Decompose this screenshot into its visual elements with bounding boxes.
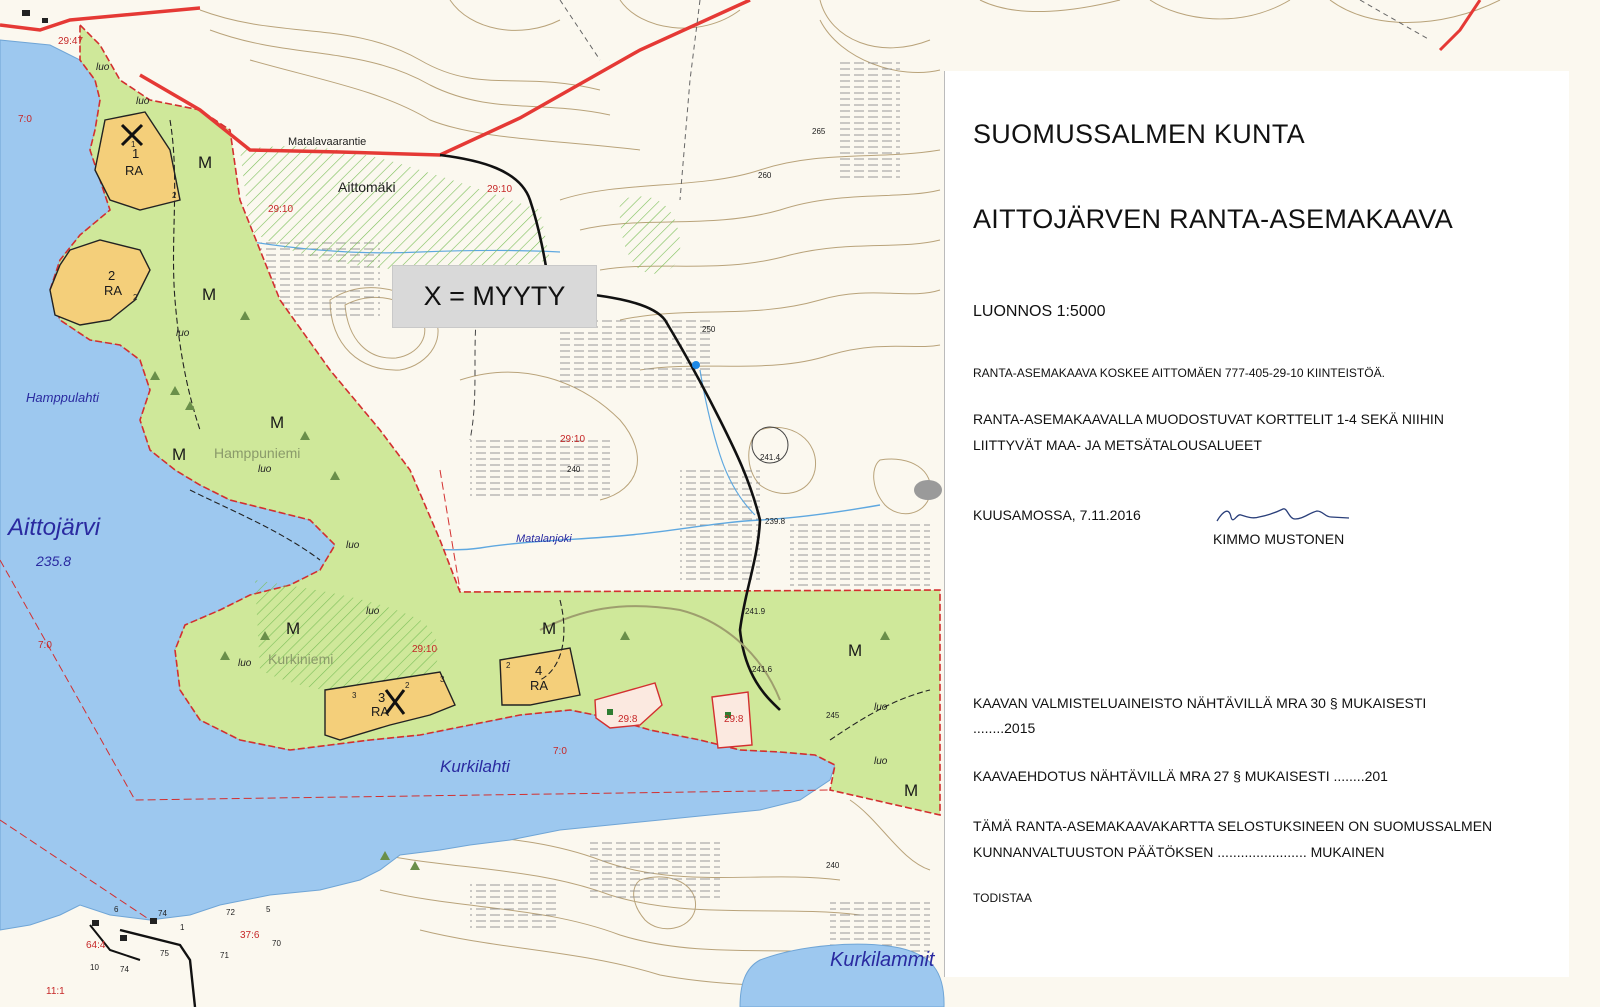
elevation-value: 241.4: [760, 453, 781, 462]
parcel-point: 6: [114, 905, 119, 914]
zone-ra-label: RA: [104, 283, 122, 298]
zone-ra-label: RA: [530, 678, 548, 693]
plot-edge-number: 2: [172, 191, 177, 200]
plot-edge-number: 2: [506, 661, 511, 670]
ponds-kurkilammit: Kurkilammit: [830, 949, 936, 971]
sold-legend-note: X = MYYTY: [392, 265, 597, 328]
title-block: SUOMUSSALMEN KUNTA AITTOJÄRVEN RANTA-ASE…: [944, 71, 1569, 977]
property-id: 29:10: [487, 184, 512, 195]
property-id: 29:10: [560, 434, 585, 445]
parcel-point: 74: [120, 965, 129, 974]
plot-edge-number: 3: [440, 675, 445, 684]
lake-name: Aittojärvi: [6, 514, 101, 541]
property-id: 64:4: [86, 940, 106, 951]
elevation-value: 239.8: [765, 517, 786, 526]
plot-edge-number: 2: [405, 681, 410, 690]
property-id: 29:8: [724, 714, 744, 725]
municipality-name: SUOMUSSALMEN KUNTA: [973, 119, 1305, 149]
property-id: 37:6: [240, 930, 260, 941]
parcel-point: 1: [180, 923, 185, 932]
place-date: KUUSAMOSSA, 7.11.2016: [973, 507, 1141, 523]
approval-line2: KUNNANVALTUUSTON PÄÄTÖKSEN .............…: [973, 844, 1385, 860]
zone-ra-label: RA: [371, 704, 389, 719]
blocks-note-line2: LIITTYVÄT MAA- JA METSÄTALOUSALUEET: [973, 437, 1262, 453]
zone-m-label: M: [172, 445, 186, 464]
contour-value: 250: [702, 325, 716, 334]
luo-label: luo: [136, 96, 150, 107]
parcel-point: 71: [220, 951, 229, 960]
bay-hamppulahti: Hamppulahti: [26, 390, 100, 405]
contour-value: 240: [826, 861, 840, 870]
property-id: 29:8: [618, 714, 638, 725]
lake-level: 235.8: [35, 553, 71, 569]
contour-value: 240: [567, 465, 581, 474]
zone-m-label: M: [542, 619, 556, 638]
plot-number: 2: [108, 268, 115, 283]
elevation-value: 241.6: [752, 665, 773, 674]
cape-kurkiniemi: Kurkiniemi: [268, 651, 333, 667]
luo-label: luo: [238, 658, 252, 669]
luo-label: luo: [258, 464, 272, 475]
luo-label: luo: [366, 606, 380, 617]
road-matalavaarantie: Matalavaarantie: [288, 136, 366, 148]
zone-m-label: M: [270, 413, 284, 432]
proposal-line: KAAVAEHDOTUS NÄHTÄVILLÄ MRA 27 § MUKAISE…: [973, 768, 1388, 784]
luo-label: luo: [96, 62, 110, 73]
stream-name: Matalanjoki: [516, 533, 572, 545]
luo-label: luo: [874, 756, 888, 767]
parcel-point: 5: [266, 905, 271, 914]
plot-edge-number: 2: [133, 293, 138, 302]
map-stage: Aittojärvi 235.8 Hamppulahti Kurkilahti …: [0, 0, 1600, 1007]
parcel-point: 70: [272, 939, 281, 948]
draft-scale: LUONNOS 1:5000: [973, 303, 1106, 320]
approval-line1: TÄMÄ RANTA-ASEMAKAAVAKARTTA SELOSTUKSINE…: [973, 818, 1493, 834]
property-id: 7:0: [18, 114, 32, 125]
plan-title: AITTOJÄRVEN RANTA-ASEMAKAAVA: [973, 204, 1454, 234]
luo-label: luo: [346, 540, 360, 551]
property-id: 29:10: [268, 204, 293, 215]
cape-hamppuniemi: Hamppuniemi: [214, 445, 300, 461]
property-id: 7:0: [38, 640, 52, 651]
blocks-note-line1: RANTA-ASEMAKAAVALLA MUODOSTUVAT KORTTELI…: [973, 411, 1444, 427]
property-id: 29:47: [58, 36, 83, 47]
parcel-point: 72: [226, 908, 235, 917]
bay-kurkilahti: Kurkilahti: [440, 757, 511, 776]
certify-label: TODISTAA: [973, 891, 1032, 905]
property-id: 11:1: [46, 986, 65, 997]
luo-label: luo: [176, 328, 190, 339]
contour-value: 260: [758, 171, 772, 180]
parcel-point: 75: [160, 949, 169, 958]
zone-m-label: M: [202, 285, 216, 304]
zone-m-label: M: [904, 781, 918, 800]
zone-m-label: M: [848, 641, 862, 660]
plot-edge-number: 3: [352, 691, 357, 700]
prep-material-line1: KAAVAN VALMISTELUAINEISTO NÄHTÄVILLÄ MRA…: [973, 695, 1427, 711]
prep-material-line2: ........2015: [973, 720, 1036, 736]
elevation-value: 241.9: [745, 607, 766, 616]
property-id: 29:10: [412, 644, 437, 655]
plot-number: 4: [535, 663, 542, 678]
zone-m-label: M: [286, 619, 300, 638]
property-note: RANTA-ASEMAKAAVA KOSKEE AITTOMÄEN 777-40…: [973, 366, 1385, 380]
contour-value: 245: [826, 711, 840, 720]
luo-label: luo: [874, 702, 888, 713]
plot-edge-number: 1: [131, 140, 136, 149]
zone-ra-label: RA: [125, 163, 143, 178]
contour-value: 265: [812, 127, 826, 136]
plot-number: 3: [378, 690, 385, 705]
parcel-point: 74: [158, 909, 167, 918]
zone-m-label: M: [198, 153, 212, 172]
signature-mark: [1216, 508, 1350, 522]
hill-aittomaki: Aittomäki: [338, 179, 396, 195]
parcel-point: 10: [90, 963, 99, 972]
signer-name: KIMMO MUSTONEN: [1213, 531, 1345, 547]
property-id: 7:0: [553, 746, 567, 757]
